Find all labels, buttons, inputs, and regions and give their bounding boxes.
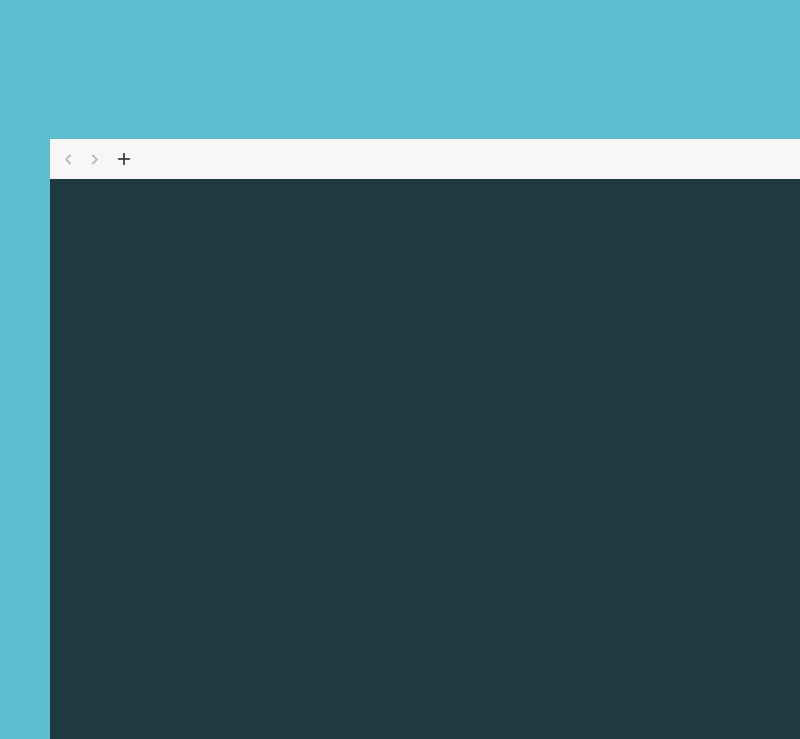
- app-window: [50, 139, 800, 739]
- content-area: [50, 179, 800, 739]
- chevron-left-icon: [62, 153, 75, 166]
- plus-icon: [117, 152, 131, 166]
- chevron-right-icon: [88, 153, 101, 166]
- tab-bar: [50, 139, 800, 179]
- new-tab-button[interactable]: [112, 147, 136, 171]
- forward-button[interactable]: [84, 149, 104, 169]
- back-button[interactable]: [58, 149, 78, 169]
